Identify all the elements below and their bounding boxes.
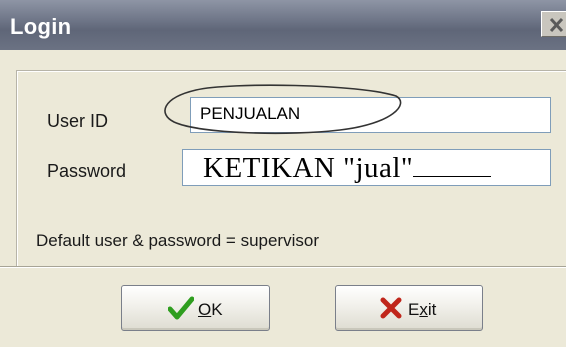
exit-button[interactable]: Exit	[335, 285, 483, 331]
cross-icon	[380, 297, 402, 319]
password-annotation: KETIKAN "jual"	[203, 152, 414, 184]
password-input[interactable]: KETIKAN "jual"	[182, 149, 551, 186]
userid-label: User ID	[47, 111, 109, 131]
separator-line	[0, 266, 566, 267]
exit-label-start: E	[408, 300, 420, 319]
close-button[interactable]	[541, 11, 566, 37]
check-icon	[168, 296, 194, 320]
userid-value: PENJUALAN	[200, 104, 301, 123]
password-label: Password	[47, 161, 127, 181]
window-title: Login	[10, 14, 72, 39]
exit-mnemonic: x	[419, 300, 428, 319]
exit-label-end: it	[427, 300, 437, 319]
default-credentials-hint: Default user & password = supervisor	[36, 231, 319, 250]
exit-button-label: Exit	[408, 300, 436, 320]
ok-button[interactable]: OK	[121, 285, 270, 331]
userid-input[interactable]: PENJUALAN	[190, 97, 551, 133]
login-window: Login User ID PENJUALAN Password KETIKAN…	[0, 0, 566, 347]
text-cursor-line	[413, 152, 492, 177]
ok-button-label: OK	[198, 300, 223, 320]
close-icon	[549, 17, 564, 33]
ok-mnemonic: O	[198, 300, 212, 319]
ok-label-rest: K	[211, 300, 223, 319]
title-bar[interactable]: Login	[0, 0, 566, 50]
